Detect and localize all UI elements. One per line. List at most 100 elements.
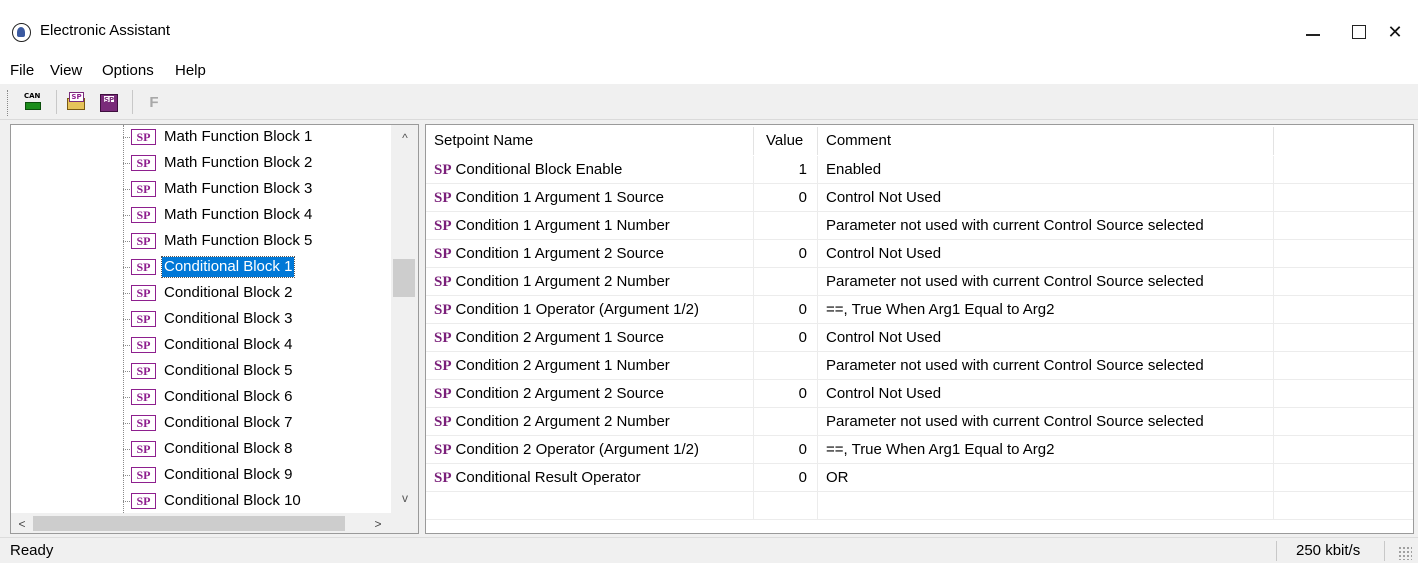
status-text: Ready: [10, 542, 54, 559]
setpoint-value-cell[interactable]: [754, 212, 818, 240]
tree-item[interactable]: SP Conditional Block 5: [11, 358, 391, 384]
setpoint-value-cell[interactable]: [754, 408, 818, 436]
setpoint-name-cell[interactable]: SP Condition 2 Argument 1 Source: [426, 324, 754, 352]
tree-item-label: Conditional Block 2: [164, 284, 293, 301]
scroll-right-icon[interactable]: >: [367, 513, 389, 533]
tree-item[interactable]: SP Math Function Block 3: [11, 176, 391, 202]
table-row[interactable]: SP Condition 2 Argument 1 Number Parameter…: [426, 352, 1413, 380]
minimize-button[interactable]: [1290, 12, 1336, 52]
header-value[interactable]: Value: [754, 127, 818, 155]
scroll-left-icon[interactable]: <: [11, 513, 33, 533]
header-comment[interactable]: Comment: [818, 127, 1274, 155]
setpoint-value-cell[interactable]: 0: [754, 436, 818, 464]
tree-item[interactable]: SP Conditional Block 2: [11, 280, 391, 306]
save-setpoint-file-button[interactable]: SP: [96, 89, 122, 115]
setpoint-name: Condition 2 Argument 2 Number: [455, 413, 670, 430]
table-row[interactable]: SP Condition 2 Argument 2 Source 0 Control …: [426, 380, 1413, 408]
empty-cell: [1274, 408, 1413, 436]
setpoint-comment-cell: Control Not Used: [818, 380, 1274, 408]
setpoint-name-cell[interactable]: SP Condition 1 Argument 2 Source: [426, 240, 754, 268]
tree-item[interactable]: SP Conditional Block 4: [11, 332, 391, 358]
menu-options[interactable]: Options: [102, 62, 154, 79]
can-connect-button[interactable]: CAN: [20, 89, 46, 115]
tree-item-label: Math Function Block 4: [164, 206, 313, 223]
tree-item[interactable]: SP Conditional Block 6: [11, 384, 391, 410]
tree-item[interactable]: SP Math Function Block 2: [11, 150, 391, 176]
setpoint-grid-pane[interactable]: Setpoint Name Value Comment SP Conditiona…: [425, 124, 1414, 534]
menu-view[interactable]: View: [50, 62, 82, 79]
tree-item[interactable]: SP Math Function Block 4: [11, 202, 391, 228]
tree-item[interactable]: SP Conditional Block 10: [11, 488, 391, 513]
tree-item[interactable]: SP Conditional Block 1: [11, 254, 391, 280]
tree-item[interactable]: SP Math Function Block 5: [11, 228, 391, 254]
setpoint-icon: SP: [131, 129, 156, 145]
setpoint-icon: SP: [131, 493, 156, 509]
setpoint-value-cell[interactable]: 0: [754, 184, 818, 212]
setpoint-name-cell[interactable]: SP Condition 1 Operator (Argument 1/2): [426, 296, 754, 324]
menu-help[interactable]: Help: [175, 62, 206, 79]
setpoint-name-cell[interactable]: SP Conditional Result Operator: [426, 464, 754, 492]
window-title: Electronic Assistant: [40, 22, 171, 39]
close-button[interactable]: ✕: [1372, 12, 1418, 52]
tree-item[interactable]: SP Conditional Block 9: [11, 462, 391, 488]
scroll-down-icon[interactable]: v: [391, 487, 418, 509]
setpoint-comment-cell: ==, True When Arg1 Equal to Arg2: [818, 296, 1274, 324]
setpoint-value-cell[interactable]: [754, 352, 818, 380]
setpoint-value-cell[interactable]: 1: [754, 156, 818, 184]
setpoint-value-cell[interactable]: 0: [754, 296, 818, 324]
setpoint-icon: SP: [131, 389, 156, 405]
setpoint-name-cell[interactable]: SP Condition 2 Argument 2 Source: [426, 380, 754, 408]
setpoint-value-cell[interactable]: [754, 268, 818, 296]
setpoint-name: Condition 1 Argument 1 Number: [455, 217, 670, 234]
header-setpoint-name[interactable]: Setpoint Name: [426, 127, 754, 155]
setpoint-tree[interactable]: SP Math Function Block 1 SP Math Function B…: [11, 125, 391, 513]
scroll-thumb-horizontal[interactable]: [33, 516, 345, 531]
table-row[interactable]: SP Condition 1 Argument 1 Source 0 Control …: [426, 184, 1413, 212]
tree-horizontal-scrollbar[interactable]: < >: [11, 513, 391, 533]
table-row[interactable]: SP Condition 1 Operator (Argument 1/2) 0 ==…: [426, 296, 1413, 324]
setpoint-name-cell[interactable]: SP Condition 1 Argument 1 Source: [426, 184, 754, 212]
toolbar-grip[interactable]: [7, 90, 10, 116]
setpoint-value-cell[interactable]: 0: [754, 240, 818, 268]
tree-vertical-scrollbar[interactable]: ^ v: [391, 125, 418, 513]
setpoint-icon: SP: [131, 311, 156, 327]
table-row[interactable]: SP Condition 1 Argument 1 Number Parameter…: [426, 212, 1413, 240]
table-row[interactable]: SP Condition 2 Argument 1 Source 0 Control …: [426, 324, 1413, 352]
scroll-thumb[interactable]: [393, 259, 415, 297]
setpoint-icon: SP: [131, 415, 156, 431]
can-bitrate: 250 kbit/s: [1296, 542, 1361, 559]
setpoint-value-cell[interactable]: 0: [754, 380, 818, 408]
scroll-up-icon[interactable]: ^: [391, 127, 418, 149]
status-divider: [1384, 541, 1385, 561]
table-row[interactable]: SP Condition 1 Argument 2 Number Parameter…: [426, 268, 1413, 296]
flash-button[interactable]: F: [141, 89, 167, 115]
tree-item[interactable]: SP Conditional Block 3: [11, 306, 391, 332]
setpoint-name-cell[interactable]: SP Condition 2 Argument 1 Number: [426, 352, 754, 380]
setpoint-icon: SP: [131, 207, 156, 223]
table-row[interactable]: SP Condition 1 Argument 2 Source 0 Control …: [426, 240, 1413, 268]
table-row[interactable]: SP Condition 2 Operator (Argument 1/2) 0 ==…: [426, 436, 1413, 464]
table-row[interactable]: SP Conditional Block Enable 1 Enabled: [426, 156, 1413, 184]
setpoint-name-cell[interactable]: SP Condition 1 Argument 2 Number: [426, 268, 754, 296]
open-setpoint-file-button[interactable]: SP: [64, 89, 90, 115]
menu-file[interactable]: File: [10, 62, 34, 79]
setpoint-name-cell[interactable]: SP Condition 1 Argument 1 Number: [426, 212, 754, 240]
tree-item[interactable]: SP Math Function Block 1: [11, 125, 391, 150]
tree-item[interactable]: SP Conditional Block 7: [11, 410, 391, 436]
table-row[interactable]: SP Condition 2 Argument 2 Number Parameter…: [426, 408, 1413, 436]
setpoint-icon: SP: [434, 218, 452, 234]
table-row[interactable]: SP Conditional Result Operator 0 OR: [426, 464, 1413, 492]
setpoint-value-cell[interactable]: 0: [754, 324, 818, 352]
setpoint-value-cell[interactable]: 0: [754, 464, 818, 492]
empty-cell: [1274, 324, 1413, 352]
setpoint-name: Condition 1 Argument 2 Source: [455, 245, 664, 262]
scrollbar-corner: [391, 513, 418, 533]
empty-cell: [1274, 464, 1413, 492]
setpoint-tree-pane[interactable]: SP Math Function Block 1 SP Math Function B…: [10, 124, 419, 534]
setpoint-name-cell[interactable]: SP Condition 2 Operator (Argument 1/2): [426, 436, 754, 464]
setpoint-name-cell[interactable]: SP Conditional Block Enable: [426, 156, 754, 184]
resize-grip-icon[interactable]: [1398, 546, 1412, 560]
setpoint-name-cell[interactable]: SP Condition 2 Argument 2 Number: [426, 408, 754, 436]
tree-item[interactable]: SP Conditional Block 8: [11, 436, 391, 462]
setpoint-comment-cell: Control Not Used: [818, 324, 1274, 352]
